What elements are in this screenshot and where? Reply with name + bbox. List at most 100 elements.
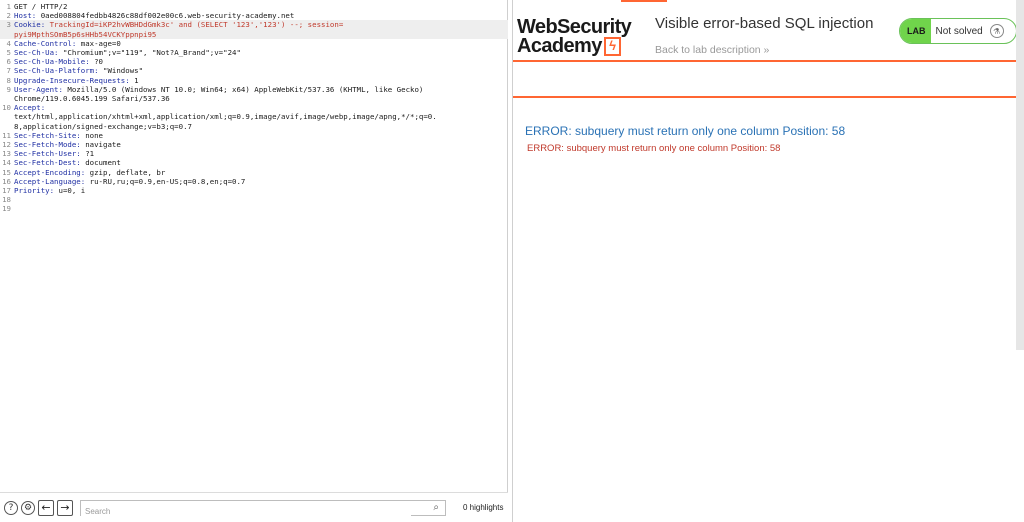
request-line[interactable]: 5 Sec-Ch-Ua: "Chromium";v="119", "Not?A_B… <box>0 48 508 57</box>
request-line[interactable]: 3 Cookie: TrackingId=iKP2hvWBHDdGmk3c' an… <box>0 20 508 39</box>
request-line[interactable]: 16 Accept-Language: ru-RU,ru;q=0.9,en-US;… <box>0 177 508 186</box>
line-number: 13 <box>2 149 11 159</box>
request-line[interactable]: 18 <box>0 195 508 204</box>
lab-title: Visible error-based SQL injection <box>655 15 874 32</box>
back-to-lab-description-link[interactable]: Back to lab description » <box>655 44 769 56</box>
header-value: 1 <box>129 75 139 85</box>
editor-bottom-bar: ? ⚙ ← → ⌕ 0 highlights <box>0 492 508 522</box>
line-number: 15 <box>2 167 11 177</box>
web-security-academy-logo[interactable]: WebSecurity Academy ϟ <box>517 17 632 57</box>
line-content[interactable]: Sec-Fetch-Dest: document <box>14 158 504 167</box>
line-number: 18 <box>2 195 11 205</box>
academy-bolt-icon: ϟ <box>603 37 621 56</box>
header-name: Priority: <box>14 186 55 196</box>
line-content[interactable]: Sec-Ch-Ua-Platform: "Windows" <box>14 66 504 75</box>
line-content[interactable]: Priority: u=0, i <box>14 186 504 195</box>
header-name: Cookie: <box>14 20 46 30</box>
header-divider <box>513 96 1017 98</box>
vertical-scrollbar[interactable] <box>1016 0 1024 350</box>
line-number: 17 <box>2 186 11 196</box>
header-value: max-age=0 <box>76 38 121 48</box>
line-content[interactable]: Accept-Encoding: gzip, deflate, br <box>14 168 504 177</box>
header-name: Sec-Fetch-Dest: <box>14 158 81 168</box>
line-content[interactable]: Sec-Ch-Ua-Mobile: ?0 <box>14 57 504 66</box>
request-line[interactable]: 6 Sec-Ch-Ua-Mobile: ?0 <box>0 57 508 66</box>
help-icon[interactable]: ? <box>4 500 18 515</box>
lab-header: WebSecurity Academy ϟ Visible error-base… <box>513 4 1017 62</box>
header-value: none <box>80 130 103 140</box>
line-content[interactable]: GET / HTTP/2 <box>14 2 504 11</box>
line-number: 1 <box>6 2 11 11</box>
header-value: "Windows" <box>98 66 144 76</box>
header-name: Upgrade-Insecure-Requests: <box>14 75 130 85</box>
header-value: Mozilla/5.0 (Windows NT 10.0; Win64; x64… <box>14 84 424 104</box>
line-content[interactable]: Cache-Control: max-age=0 <box>14 39 504 48</box>
search-icon[interactable]: ⌕ <box>433 502 439 513</box>
request-editor[interactable]: 1 GET / HTTP/2 2 Host: 0aed008804fedbb4826c… <box>0 2 508 492</box>
line-content[interactable]: Sec-Fetch-User: ?1 <box>14 149 504 158</box>
line-number: 8 <box>6 75 11 85</box>
header-name: Accept-Encoding: <box>14 167 86 177</box>
request-line[interactable]: 15 Accept-Encoding: gzip, deflate, br <box>0 168 508 177</box>
flask-icon: ⚗ <box>989 24 1004 38</box>
line-content[interactable]: Sec-Fetch-Mode: navigate <box>14 140 504 149</box>
header-name: GET / HTTP/2 <box>14 2 68 11</box>
line-number: 5 <box>6 48 11 58</box>
request-line[interactable]: 1 GET / HTTP/2 <box>0 2 508 11</box>
line-content[interactable]: User-Agent: Mozilla/5.0 (Windows NT 10.0… <box>14 85 504 103</box>
lab-status-text: Not solved <box>935 25 983 37</box>
line-content[interactable]: Cookie: TrackingId=iKP2hvWBHDdGmk3c' and… <box>14 20 504 38</box>
request-line[interactable]: 4 Cache-Control: max-age=0 <box>0 39 508 48</box>
line-content[interactable]: Accept-Language: ru-RU,ru;q=0.9,en-US;q=… <box>14 177 504 186</box>
header-value: u=0, i <box>54 186 86 196</box>
request-line[interactable]: 11 Sec-Fetch-Site: none <box>0 131 508 140</box>
request-line[interactable]: 14 Sec-Fetch-Dest: document <box>0 158 508 167</box>
request-line[interactable]: 7 Sec-Ch-Ua-Platform: "Windows" <box>0 66 508 75</box>
header-name: Cache-Control: <box>14 38 77 48</box>
line-number: 2 <box>6 11 11 21</box>
request-line[interactable]: 2 Host: 0aed008804fedbb4826c88df002e00c6.… <box>0 11 508 20</box>
request-line[interactable]: 17 Priority: u=0, i <box>0 186 508 195</box>
header-name: Accept: <box>14 103 46 113</box>
header-value: ?0 <box>89 57 104 67</box>
logo-line-2: Academy <box>517 35 602 57</box>
header-name: Sec-Ch-Ua-Mobile: <box>14 57 90 67</box>
response-render-pane: WebSecurity Academy ϟ Visible error-base… <box>512 0 1024 522</box>
line-content[interactable]: Sec-Fetch-Site: none <box>14 131 504 140</box>
line-number: 11 <box>2 130 11 140</box>
line-content[interactable]: Host: 0aed008804fedbb4826c88df002e00c6.w… <box>14 11 504 20</box>
search-input[interactable] <box>81 504 411 518</box>
line-number: 12 <box>2 140 11 150</box>
request-line[interactable]: 13 Sec-Fetch-User: ?1 <box>0 149 508 158</box>
line-number: 16 <box>2 176 11 186</box>
header-name: Sec-Ch-Ua-Platform: <box>14 66 99 76</box>
header-value: 0aed008804fedbb4826c88df002e00c6.web-sec… <box>36 11 295 21</box>
highlights-count: 0 highlights <box>463 503 504 512</box>
line-content[interactable] <box>14 204 504 213</box>
request-line[interactable]: 8 Upgrade-Insecure-Requests: 1 <box>0 76 508 85</box>
previous-match-button[interactable]: ← <box>38 499 54 516</box>
next-match-button[interactable]: → <box>57 499 73 516</box>
error-heading: ERROR: subquery must return only one col… <box>525 124 846 138</box>
line-content[interactable]: Sec-Ch-Ua: "Chromium";v="119", "Not?A_Br… <box>14 48 504 57</box>
header-value: document <box>80 158 121 168</box>
line-content[interactable]: Upgrade-Insecure-Requests: 1 <box>14 76 504 85</box>
header-value: TrackingId=iKP2hvWBHDdGmk3c' and (SELECT… <box>14 20 344 39</box>
line-content[interactable] <box>14 195 504 204</box>
search-box: ⌕ <box>80 499 446 518</box>
request-line[interactable]: 10 Accept: text/html,application/xhtml+xm… <box>0 103 508 131</box>
request-line[interactable]: 19 <box>0 204 508 213</box>
line-number: 19 <box>2 204 11 214</box>
header-name: Sec-Fetch-Site: <box>14 130 81 140</box>
active-tab-indicator <box>621 0 667 2</box>
header-name: Accept-Language: <box>14 176 86 186</box>
header-value: "Chromium";v="119", "Not?A_Brand";v="24" <box>58 48 241 58</box>
request-line[interactable]: 12 Sec-Fetch-Mode: navigate <box>0 140 508 149</box>
header-name: Sec-Ch-Ua: <box>14 48 59 58</box>
header-name: Sec-Fetch-User: <box>14 149 81 159</box>
line-content[interactable]: Accept: text/html,application/xhtml+xml,… <box>14 103 504 131</box>
settings-icon[interactable]: ⚙ <box>21 500 35 515</box>
header-value: gzip, deflate, br <box>85 167 166 177</box>
request-line[interactable]: 9 User-Agent: Mozilla/5.0 (Windows NT 10.… <box>0 85 508 103</box>
lab-status-badge: LAB Not solved ⚗ <box>899 18 1017 44</box>
